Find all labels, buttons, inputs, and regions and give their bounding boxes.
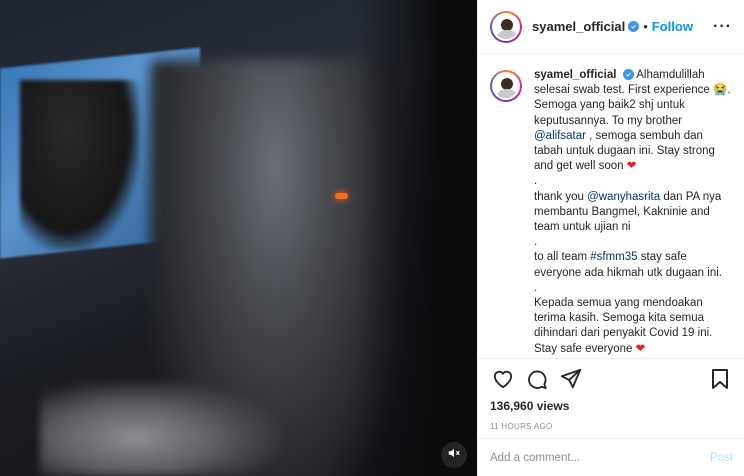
caption-line: stay safe bbox=[640, 251, 687, 264]
follow-button[interactable]: Follow bbox=[652, 19, 693, 34]
post-side-panel: syamel_official • Follow ··· syamel_offi… bbox=[477, 0, 744, 476]
caption-username[interactable]: syamel_official bbox=[534, 69, 616, 81]
foreground-blur bbox=[40, 380, 280, 476]
comment-input[interactable] bbox=[490, 451, 710, 464]
caption-line: selesai swab test. First experience 😭. bbox=[534, 84, 731, 97]
caption-line: team untuk ujian ni bbox=[534, 221, 631, 234]
avatar[interactable] bbox=[490, 10, 522, 43]
caption-line: membantu Bangmel, Kakninie and bbox=[534, 205, 710, 218]
bookmark-icon[interactable] bbox=[707, 367, 733, 391]
verified-badge-icon bbox=[628, 21, 640, 32]
caption-line: Stay safe everyone bbox=[534, 342, 633, 355]
caption-line: thank you bbox=[534, 190, 584, 203]
caption-line: . bbox=[534, 236, 538, 249]
header-username[interactable]: syamel_official bbox=[532, 19, 625, 34]
caption-line: keputusannya. To my brother bbox=[534, 114, 683, 127]
dashboard-light bbox=[335, 193, 348, 199]
caption-line: Semoga yang baik2 shj untuk bbox=[534, 99, 685, 112]
separator-dot: • bbox=[643, 19, 648, 34]
heart-icon[interactable] bbox=[490, 367, 516, 391]
post-header: syamel_official • Follow ··· bbox=[478, 0, 744, 54]
caption-line: dan PA nya bbox=[663, 190, 722, 203]
mention-link[interactable]: @alifsatar bbox=[534, 130, 586, 142]
red-heart-emoji: ❤ bbox=[626, 160, 637, 173]
caption-line: Kepada semua yang mendoakan bbox=[534, 297, 703, 310]
caption-avatar[interactable] bbox=[490, 70, 522, 102]
mention-link[interactable]: @wanyhasrita bbox=[587, 191, 660, 203]
add-comment-bar: Post bbox=[478, 438, 744, 476]
caption-line: Alhamdulillah bbox=[636, 69, 705, 81]
post-video[interactable] bbox=[0, 0, 477, 476]
caption-line: . bbox=[534, 281, 538, 294]
speaker-muted-icon bbox=[447, 446, 461, 465]
caption-line: . bbox=[534, 175, 538, 188]
comment-icon[interactable] bbox=[524, 367, 550, 391]
caption-line: , semoga sembuh dan bbox=[589, 129, 703, 142]
caption-line: to all team bbox=[534, 251, 588, 264]
caption-line: everyone ada hikmah utk dugaan ini. bbox=[534, 266, 722, 279]
car-interior-shadow bbox=[357, 0, 477, 476]
caption: syamel_official Alhamdulillah selesai sw… bbox=[490, 68, 732, 358]
view-count[interactable]: 136,960 views bbox=[490, 399, 733, 413]
caption-text: syamel_official Alhamdulillah selesai sw… bbox=[534, 68, 732, 358]
red-heart-emoji: ❤ bbox=[635, 342, 646, 355]
caption-line: tabah untuk dugaan ini. Stay strong bbox=[534, 145, 715, 158]
post-timestamp[interactable]: 11 HOURS AGO bbox=[490, 422, 733, 431]
comments-section[interactable]: syamel_official Alhamdulillah selesai sw… bbox=[478, 54, 744, 358]
verified-badge-icon bbox=[622, 69, 634, 81]
share-icon[interactable] bbox=[558, 367, 584, 391]
hashtag-link[interactable]: #sfmm35 bbox=[590, 251, 637, 263]
health-worker-figure bbox=[20, 80, 140, 250]
caption-line: and get well soon bbox=[534, 160, 624, 173]
caption-line: terima kasih. Semoga kita semua bbox=[534, 312, 705, 325]
mute-button[interactable] bbox=[441, 442, 467, 468]
more-horizontal-icon[interactable]: ··· bbox=[713, 18, 732, 36]
caption-line: dihindari dari penyakit Covid 19 ini. bbox=[534, 327, 713, 340]
post-comment-button[interactable]: Post bbox=[710, 452, 733, 464]
